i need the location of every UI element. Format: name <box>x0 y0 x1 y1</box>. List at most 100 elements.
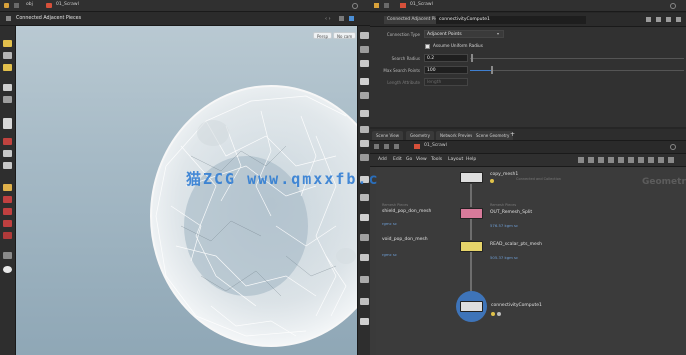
isolate-icon[interactable] <box>360 140 369 147</box>
tool-icon[interactable] <box>588 157 594 163</box>
tool-icon[interactable] <box>638 157 644 163</box>
wire-icon[interactable] <box>360 60 369 67</box>
menu-view[interactable]: View <box>416 157 427 162</box>
side-node-name: shield_pop_don_mesh <box>382 209 432 214</box>
menu-go[interactable]: Go <box>406 157 412 162</box>
network-canvas[interactable]: Geometry copy_mesh1 Connected and Collec… <box>376 167 686 355</box>
top-path[interactable]: 01_Scrawl <box>56 2 79 7</box>
node-name-field[interactable]: connectivityCompute1 <box>436 16 586 24</box>
pose-icon[interactable] <box>3 150 12 157</box>
camera-icon[interactable] <box>3 208 12 215</box>
ghost-icon[interactable] <box>360 154 369 161</box>
node-read-scalar[interactable] <box>460 241 483 252</box>
menu-edit[interactable]: Edit <box>393 157 402 162</box>
node-copy-mesh[interactable] <box>460 172 483 183</box>
flag-icon <box>490 179 494 183</box>
settings-icon[interactable] <box>670 3 676 9</box>
tool-icon[interactable] <box>618 157 624 163</box>
search-radius-slider[interactable] <box>470 58 684 59</box>
nav-arrows-icon[interactable]: ‹ › <box>325 16 331 22</box>
menu-layout[interactable]: Layout <box>448 157 463 162</box>
forward-icon[interactable] <box>384 144 389 149</box>
back-icon[interactable] <box>374 144 379 149</box>
param-label-length-attribute: Length Attribute <box>387 80 420 85</box>
scale-icon[interactable] <box>3 118 12 129</box>
settings-icon[interactable] <box>352 3 358 9</box>
help-icon[interactable] <box>656 17 661 22</box>
network-menubar: Add Edit Go View Tools Layout Help <box>370 154 686 167</box>
grid-icon[interactable] <box>360 92 369 99</box>
search-radius-field[interactable]: 0.2 <box>424 54 468 62</box>
record-icon[interactable] <box>3 196 12 203</box>
viewer-left-toolbar <box>0 26 16 355</box>
param-path[interactable]: 01_Scrawl <box>410 2 433 7</box>
tool-icon[interactable] <box>608 157 614 163</box>
tool-icon[interactable] <box>598 157 604 163</box>
gear-icon[interactable] <box>646 17 651 22</box>
node-connectivity[interactable] <box>460 301 483 312</box>
back-icon[interactable] <box>384 3 389 8</box>
shading-icon[interactable] <box>3 266 12 273</box>
tab-scene-view[interactable]: Scene View <box>372 131 403 140</box>
length-attribute-field[interactable]: length <box>424 78 468 86</box>
snap-icon[interactable] <box>349 16 354 21</box>
display-icon[interactable] <box>3 252 12 259</box>
up-icon[interactable] <box>394 144 399 149</box>
points-icon[interactable] <box>360 110 369 117</box>
normals-icon[interactable] <box>360 126 369 133</box>
menu-tools[interactable]: Tools <box>431 157 442 162</box>
side-node-name: void_pop_don_mesh <box>382 237 428 242</box>
add-tab-icon[interactable]: + <box>510 131 515 138</box>
pin-icon[interactable] <box>339 16 344 21</box>
obj-tab[interactable]: obj <box>26 2 33 7</box>
network-wires <box>470 184 472 291</box>
tool-icon[interactable] <box>658 157 664 163</box>
lock-icon[interactable] <box>360 32 369 39</box>
search-radius-handle[interactable] <box>471 54 473 62</box>
node-out-remesh[interactable] <box>460 208 483 219</box>
max-search-points-field[interactable]: 100 <box>424 66 468 74</box>
3d-viewport[interactable]: Persp No cam <box>16 26 357 355</box>
menu-add[interactable]: Add <box>378 157 387 162</box>
uv-icon[interactable] <box>360 234 369 241</box>
flip-icon[interactable] <box>360 276 369 283</box>
handle-icon[interactable] <box>3 138 12 145</box>
lock-icon <box>497 312 501 316</box>
uniform-radius-checkbox[interactable] <box>425 44 430 49</box>
select-icon[interactable] <box>3 40 12 47</box>
back-icon[interactable] <box>14 3 19 8</box>
render-icon[interactable] <box>3 184 12 191</box>
tool-icon[interactable] <box>628 157 634 163</box>
settings-icon[interactable] <box>670 144 676 150</box>
tool-icon[interactable] <box>648 157 654 163</box>
mesh-icon[interactable] <box>360 46 369 53</box>
connection-type-menu[interactable]: Adjacent Points <box>424 30 504 38</box>
view-icon[interactable] <box>3 162 12 169</box>
brush-icon[interactable] <box>3 64 12 71</box>
pointer-icon[interactable] <box>3 84 12 91</box>
tool-icon[interactable] <box>668 157 674 163</box>
info-icon[interactable] <box>666 17 671 22</box>
move-icon[interactable] <box>3 52 12 59</box>
vector-icon[interactable] <box>360 254 369 261</box>
tab-geometry[interactable]: Geometry <box>406 131 434 140</box>
template-icon[interactable] <box>360 194 369 201</box>
network-path[interactable]: 01_Scrawl <box>424 143 447 148</box>
menu-help[interactable]: Help <box>466 157 476 162</box>
xray-icon[interactable] <box>360 214 369 221</box>
scene-view-tabbar: obj 01_Scrawl <box>0 0 370 12</box>
shade-icon[interactable] <box>360 78 369 85</box>
max-points-slider-fill <box>470 70 492 71</box>
lock-icon[interactable] <box>676 17 681 22</box>
tab-scene-geometry[interactable]: Scene Geometry <box>472 131 514 140</box>
max-points-slider[interactable] <box>470 70 684 71</box>
tool-icon[interactable] <box>578 157 584 163</box>
max-points-handle[interactable] <box>491 66 493 74</box>
watermark-text: 猫ZCG www.qmxxfb.c <box>186 170 380 188</box>
network-pathbar: 01_Scrawl <box>370 141 686 154</box>
snapshot-icon[interactable] <box>360 298 369 305</box>
magnet-icon[interactable] <box>3 232 12 239</box>
light-icon[interactable] <box>3 220 12 227</box>
pin-view-icon[interactable] <box>360 318 369 325</box>
rotate-icon[interactable] <box>3 96 12 103</box>
